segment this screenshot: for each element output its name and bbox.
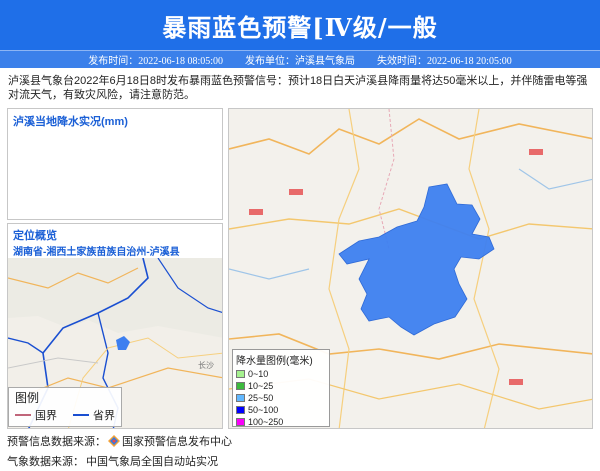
location-legend-title: 图例 <box>15 391 40 405</box>
province-border-swatch <box>73 414 89 416</box>
location-legend: 图例 国界 省界 <box>8 387 122 427</box>
country-border-swatch <box>15 414 31 416</box>
rainfall-legend: 降水量图例(毫米) 0~10 10~25 25~50 50~100 100~25… <box>232 349 330 427</box>
rain-legend-item: 25~50 <box>236 392 326 404</box>
rain-legend-label: 100~250 <box>248 417 284 427</box>
warning-source-label: 预警信息数据来源： <box>7 436 106 448</box>
warning-title: 暴雨蓝色预警[Ⅳ级/一般 <box>162 12 438 42</box>
location-path: 湖南省-湘西土家族苗族自治州-泸溪县 <box>13 247 180 258</box>
warning-source-link[interactable]: 国家预警信息发布中心 <box>122 433 232 449</box>
rain-swatch <box>236 394 245 402</box>
svg-text:长沙: 长沙 <box>198 360 214 370</box>
rain-legend-label: 50~100 <box>248 405 279 415</box>
rainfall-legend-title: 降水量图例(毫米) <box>236 356 313 367</box>
rain-swatch <box>236 370 245 378</box>
local-rainfall-panel: 泸溪当地降水实况(mm) <box>7 108 223 220</box>
warning-description: 泸溪县气象台2022年6月18日8时发布暴雨蓝色预警信号：预计18日白天泸溪县降… <box>8 75 588 101</box>
legend-item-country-border: 国界 省界 <box>9 407 121 423</box>
warning-banner: 暴雨蓝色预警[Ⅳ级/一般 <box>0 0 600 50</box>
weather-source-line: 气象数据来源： 中国气象局全国自动站实况 <box>7 453 218 469</box>
rain-legend-item: 0~10 <box>236 368 326 380</box>
weather-source-label: 气象数据来源： <box>7 456 84 468</box>
rain-legend-label: 10~25 <box>248 381 274 391</box>
rain-legend-item: 10~25 <box>236 380 326 392</box>
warning-meta-bar: 发布时间：2022-06-18 08:05:00 发布单位：泸溪县气象局 失效时… <box>0 50 600 68</box>
rain-legend-item: 50~100 <box>236 404 326 416</box>
rain-swatch <box>236 382 245 390</box>
publish-time: 发布时间：2022-06-18 08:05:00 <box>88 56 223 67</box>
province-border-label: 省界 <box>93 410 115 422</box>
warning-center-logo-icon <box>108 435 120 447</box>
weather-source-value: 中国气象局全国自动站实况 <box>86 456 218 468</box>
rainfall-panel-title: 泸溪当地降水实况(mm) <box>13 116 128 128</box>
rain-swatch <box>236 406 245 414</box>
rain-legend-label: 0~10 <box>248 369 269 379</box>
warning-source-line: 预警信息数据来源： 国家预警信息发布中心 <box>7 433 232 449</box>
location-panel-title: 定位概览 <box>13 230 57 242</box>
rain-legend-item: 100~250 <box>236 416 326 428</box>
country-border-label: 国界 <box>35 410 57 422</box>
publisher: 发布单位：泸溪县气象局 <box>245 56 355 67</box>
rain-legend-label: 25~50 <box>248 393 274 403</box>
rain-swatch <box>236 418 245 426</box>
expire-time: 失效时间：2022-06-18 20:05:00 <box>377 56 512 67</box>
